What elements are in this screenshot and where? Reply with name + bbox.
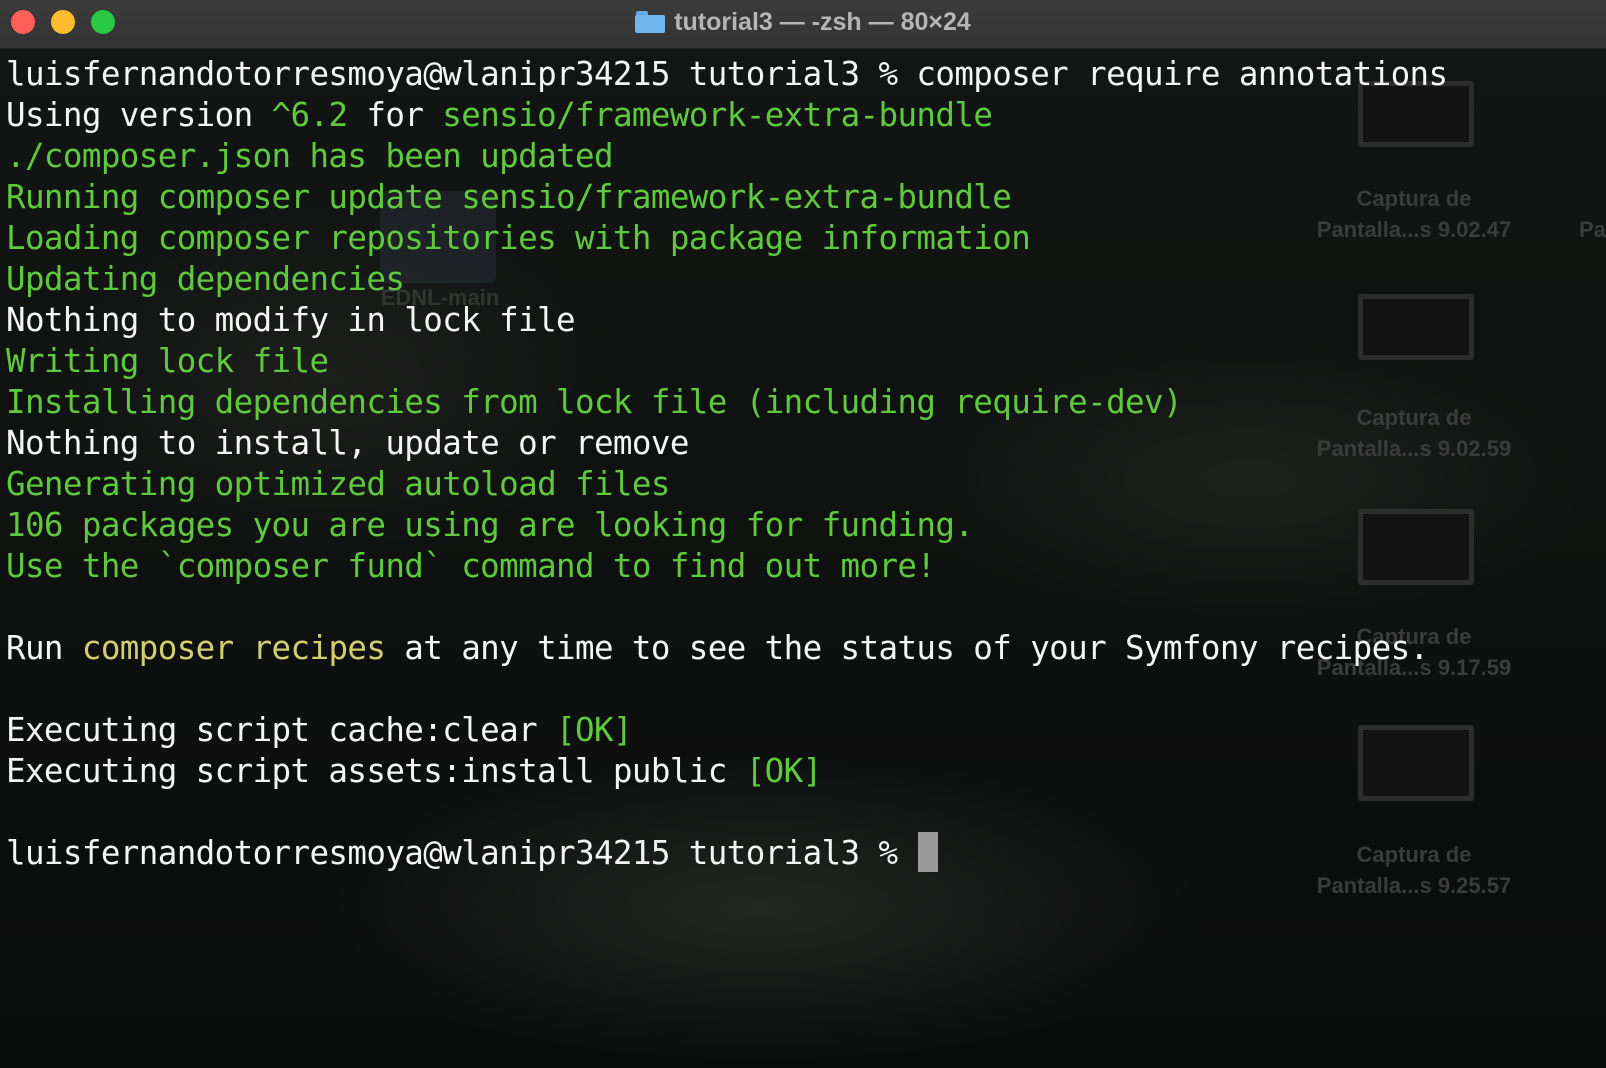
terminal-line: luisfernandotorresmoya@wlanipr34215 tuto… (6, 53, 1448, 95)
terminal-text: for (347, 96, 443, 134)
terminal-content[interactable]: EDNL-main Captura de Pantalla...s 9.02.47… (0, 49, 1606, 1068)
terminal-text: Updating dependencies (6, 260, 405, 298)
text-cursor (918, 832, 939, 872)
terminal-line: Generating optimized autoload files (6, 463, 670, 505)
terminal-line: Updating dependencies (6, 258, 405, 300)
terminal-text: Generating optimized autoload files (6, 465, 670, 503)
terminal-text: luisfernandotorresmoya@wlanipr34215 tuto… (6, 55, 1448, 93)
desktop-screenshot-thumbnail (1358, 509, 1474, 585)
terminal-line: Run composer recipes at any time to see … (6, 627, 1429, 669)
terminal-text: luisfernandotorresmoya@wlanipr34215 tuto… (6, 834, 917, 872)
terminal-line: Executing script assets:install public [… (6, 750, 822, 792)
terminal-text: ^6.2 (271, 96, 348, 134)
terminal-text: Using version (6, 96, 272, 134)
terminal-text: Run (6, 629, 82, 667)
terminal-line: Executing script cache:clear [OK] (6, 709, 633, 751)
desktop-edge-label: Pa (1579, 217, 1606, 242)
terminal-line: Nothing to install, update or remove (6, 422, 689, 464)
terminal-text: Running composer update sensio/framework… (6, 178, 1012, 216)
terminal-line: ./composer.json has been updated (6, 135, 614, 177)
terminal-line: Running composer update sensio/framework… (6, 176, 1012, 218)
desktop-screenshot-thumbnail (1358, 294, 1474, 360)
terminal-text: [OK] (556, 711, 632, 749)
terminal-line: Writing lock file (6, 340, 329, 382)
prompt-line: luisfernandotorresmoya@wlanipr34215 tuto… (6, 832, 939, 874)
terminal-line: Nothing to modify in lock file (6, 299, 576, 341)
terminal-text: Nothing to install, update or remove (6, 424, 689, 462)
terminal-text: Nothing to modify in lock file (6, 301, 576, 339)
desktop-screenshot-label: Captura de Pantalla...s 9.25.57 (1316, 842, 1512, 898)
window-title: tutorial3 — -zsh — 80×24 (674, 7, 971, 36)
terminal-text: at any time to see the status of your Sy… (385, 629, 1429, 667)
terminal-text: Loading composer repositories with packa… (6, 219, 1031, 257)
terminal-text: Executing script assets:install public (6, 752, 746, 790)
terminal-text: Use the `composer fund` command to find … (6, 547, 936, 585)
folder-icon (635, 11, 666, 33)
desktop-screenshot-thumbnail (1358, 725, 1474, 801)
desktop-screenshot-label: Captura de Pantalla...s 9.02.47 (1316, 186, 1512, 242)
terminal-text: Writing lock file (6, 342, 329, 380)
terminal-line: Using version ^6.2 for sensio/framework-… (6, 94, 993, 136)
terminal-line: 106 packages you are using are looking f… (6, 504, 974, 546)
title-bar[interactable]: tutorial3 — -zsh — 80×24 (0, 0, 1606, 49)
window-title-group: tutorial3 — -zsh — 80×24 (0, 0, 1606, 44)
desktop-screenshot-label: Captura de Pantalla...s 9.02.59 (1316, 405, 1512, 461)
terminal-line: Installing dependencies from lock file (… (6, 381, 1183, 423)
terminal-text: Installing dependencies from lock file (… (6, 383, 1183, 421)
terminal-text: Executing script cache:clear (6, 711, 557, 749)
terminal-text: composer recipes (81, 629, 386, 667)
terminal-text: sensio/framework-extra-bundle (442, 96, 993, 134)
terminal-line: Use the `composer fund` command to find … (6, 545, 936, 587)
terminal-window: tutorial3 — -zsh — 80×24 EDNL-main Captu… (0, 0, 1606, 1068)
terminal-line: Loading composer repositories with packa… (6, 217, 1031, 259)
terminal-text: [OK] (745, 752, 822, 790)
terminal-text: ./composer.json has been updated (6, 137, 614, 175)
terminal-text: 106 packages you are using are looking f… (6, 506, 974, 544)
